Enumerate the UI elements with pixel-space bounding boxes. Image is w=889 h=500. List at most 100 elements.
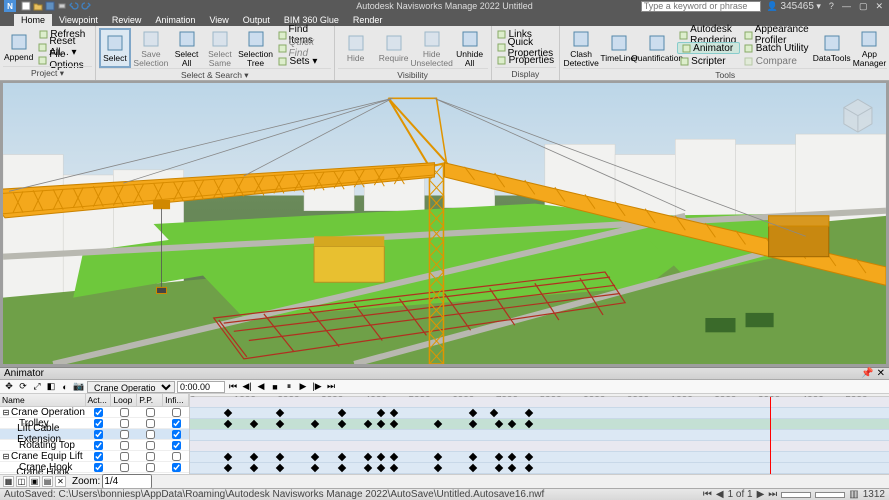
quick-find-button[interactable]: Quick Find: [276, 42, 331, 54]
timeline[interactable]: 0100020003000400050006000700080009000000…: [190, 394, 889, 474]
checkbox-pp[interactable]: [146, 408, 155, 417]
keyframe[interactable]: [468, 453, 476, 461]
timeline-row[interactable]: [190, 408, 889, 419]
keyframe[interactable]: [224, 420, 232, 428]
checkbox-inf[interactable]: [172, 408, 181, 417]
keyframe[interactable]: [311, 420, 319, 428]
batch-utility-button[interactable]: Batch Utility: [742, 42, 812, 54]
clash-detective-button[interactable]: Clash Detective: [563, 28, 599, 68]
keyframe[interactable]: [377, 464, 385, 472]
maximize-button[interactable]: ▢: [857, 1, 870, 12]
keyframe[interactable]: [525, 453, 533, 461]
timeline-row[interactable]: [190, 463, 889, 474]
qat-undo-icon[interactable]: [69, 1, 79, 11]
keyframe[interactable]: [250, 453, 258, 461]
scene-select[interactable]: Crane Operatio: [87, 381, 175, 393]
save-selection-button[interactable]: Save Selection: [133, 28, 169, 68]
checkbox-inf[interactable]: [172, 463, 181, 472]
add-folder-icon[interactable]: ▤: [42, 476, 53, 487]
keyframe[interactable]: [377, 409, 385, 417]
sheet-nav-prev-icon[interactable]: ◀: [716, 489, 724, 500]
keyframe[interactable]: [433, 464, 441, 472]
keyframe[interactable]: [364, 420, 372, 428]
checkbox-pp[interactable]: [146, 419, 155, 428]
appearance-profiler-button[interactable]: Appearance Profiler: [742, 29, 812, 41]
timeline-rows[interactable]: [190, 397, 889, 474]
help-button[interactable]: ?: [827, 1, 836, 11]
qat-redo-icon[interactable]: [81, 1, 91, 11]
keyframe[interactable]: [224, 453, 232, 461]
keyframe[interactable]: [495, 420, 503, 428]
keyframe[interactable]: [337, 409, 345, 417]
require-button[interactable]: Require: [376, 28, 412, 68]
translate-icon[interactable]: ✥: [3, 381, 15, 393]
step-back-icon[interactable]: ◀|: [241, 381, 253, 393]
keyframe[interactable]: [250, 464, 258, 472]
keyframe[interactable]: [390, 420, 398, 428]
checkbox-pp[interactable]: [146, 441, 155, 450]
sheet-nav-next-icon[interactable]: ▶: [757, 489, 765, 500]
tree-row[interactable]: Rotating Top: [0, 440, 189, 451]
tab-viewpoint[interactable]: Viewpoint: [52, 14, 105, 26]
keyframe[interactable]: [508, 464, 516, 472]
checkbox-inf[interactable]: [172, 419, 181, 428]
checkbox-loop[interactable]: [120, 430, 129, 439]
keyframe[interactable]: [490, 409, 498, 417]
checkbox-inf[interactable]: [172, 430, 181, 439]
quick-properties-button[interactable]: Quick Properties: [495, 42, 557, 54]
gpu-icon[interactable]: ▥: [849, 489, 858, 500]
time-input[interactable]: [177, 381, 225, 393]
keyframe[interactable]: [468, 464, 476, 472]
keyframe[interactable]: [276, 409, 284, 417]
keyframe[interactable]: [224, 409, 232, 417]
checkbox-act[interactable]: [94, 452, 103, 461]
add-camera-icon[interactable]: ◫: [16, 476, 27, 487]
qat-save-icon[interactable]: [45, 1, 55, 11]
select-all-button[interactable]: Select All: [171, 28, 202, 68]
keyframe[interactable]: [377, 453, 385, 461]
keyframe[interactable]: [364, 453, 372, 461]
timeline-row[interactable]: [190, 397, 889, 408]
checkbox-loop[interactable]: [120, 419, 129, 428]
stop-icon[interactable]: ■: [269, 381, 281, 393]
tree-row[interactable]: Lift Cable Extension: [0, 429, 189, 440]
qat-print-icon[interactable]: [57, 1, 67, 11]
keyframe[interactable]: [337, 464, 345, 472]
hide-unselected-button[interactable]: Hide Unselected: [414, 28, 450, 68]
step-fwd-icon[interactable]: |▶: [311, 381, 323, 393]
app-icon[interactable]: N: [4, 0, 16, 12]
app-manager-button[interactable]: App Manager: [852, 28, 888, 68]
select-same-button[interactable]: Select Same: [204, 28, 235, 68]
pause-icon[interactable]: ⏸: [283, 381, 295, 393]
keyframe[interactable]: [224, 464, 232, 472]
signin-button[interactable]: 👤 345465 ▾: [765, 1, 823, 12]
checkbox-pp[interactable]: [146, 430, 155, 439]
keyframe[interactable]: [508, 453, 516, 461]
add-set-icon[interactable]: ▣: [29, 476, 40, 487]
animator-button[interactable]: Animator: [677, 42, 740, 54]
keyframe[interactable]: [276, 453, 284, 461]
keyframe[interactable]: [468, 420, 476, 428]
sheet-nav-last-icon[interactable]: ⏭: [768, 489, 777, 500]
tab-home[interactable]: Home: [14, 14, 52, 26]
checkbox-pp[interactable]: [146, 463, 155, 472]
animator-close-icon[interactable]: ✕: [877, 368, 885, 379]
keyframe[interactable]: [311, 453, 319, 461]
keyframe[interactable]: [364, 464, 372, 472]
playhead[interactable]: [770, 397, 771, 474]
autodesk-rendering-button[interactable]: Autodesk Rendering: [677, 29, 740, 41]
qat-new-icon[interactable]: [21, 1, 31, 11]
col-loop[interactable]: Loop: [111, 394, 137, 406]
sheet-nav-first-icon[interactable]: ⏮: [703, 489, 712, 500]
keyframe[interactable]: [468, 409, 476, 417]
hide-button[interactable]: Hide: [338, 28, 374, 68]
checkbox-act[interactable]: [94, 441, 103, 450]
keyframe[interactable]: [495, 453, 503, 461]
datatools-button[interactable]: DataTools: [814, 28, 850, 68]
animator-pin-icon[interactable]: 📌: [861, 368, 873, 379]
keyframe[interactable]: [390, 453, 398, 461]
keyframe[interactable]: [337, 420, 345, 428]
keyframe[interactable]: [250, 420, 258, 428]
select-button[interactable]: Select: [99, 28, 131, 68]
col-name[interactable]: Name: [0, 394, 86, 406]
